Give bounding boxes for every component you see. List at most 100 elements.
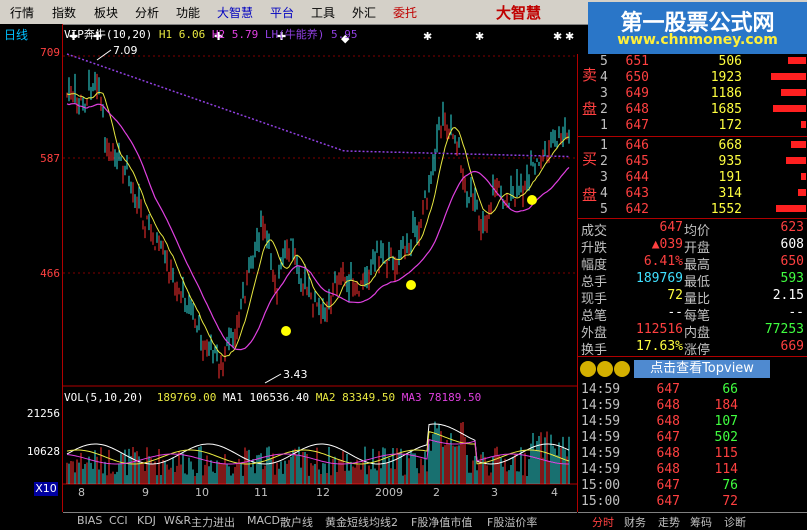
- price-axis-label: 709: [40, 46, 60, 59]
- price-axis-label: 587: [40, 152, 60, 165]
- order-volume: 668: [718, 138, 742, 153]
- menu-item-analysis[interactable]: 分析: [135, 4, 159, 21]
- kline-chart[interactable]: ✚ ✚ ✚ ✚ ◆ ✱ ✱ ✱ ✱ 7.09 3.43 8 9 10 11 12…: [63, 24, 577, 512]
- menu-item-forex[interactable]: 外汇: [352, 4, 376, 21]
- order-volume: 935: [718, 154, 742, 169]
- menu-item-index[interactable]: 指数: [52, 4, 76, 21]
- price-axis-label: 466: [40, 267, 60, 280]
- stat-value: 77253: [764, 322, 804, 337]
- stat-value: 6.41%: [643, 254, 683, 269]
- volume-legend-ma2: MA2 83349.50: [315, 391, 396, 404]
- tab-kdj[interactable]: KDJ: [137, 514, 156, 527]
- volume-axis-label: 21256: [26, 407, 60, 420]
- sell-order-row[interactable]: 4 650 1923: [578, 70, 807, 85]
- marker: ✱: [565, 30, 574, 43]
- brand-logo: 大智慧: [496, 4, 542, 22]
- tick-volume: 114: [714, 462, 738, 477]
- stat-value: 112516: [636, 322, 683, 337]
- tick-price: 647: [656, 382, 680, 397]
- trade-tick-row: 14:59 648 184: [578, 398, 807, 414]
- tab-cci[interactable]: CCI: [109, 514, 128, 527]
- buy-order-row[interactable]: 2 645 935: [578, 154, 807, 169]
- tick-price: 647: [656, 494, 680, 509]
- date-axis: 8 9 10 11 12 2009 2 3 4: [78, 486, 558, 499]
- watermark-url: www.chnmoney.com: [617, 32, 778, 48]
- topview-button[interactable]: 点击查看Topview: [634, 360, 770, 378]
- date-label: 10: [195, 486, 209, 499]
- tick-volume: 184: [714, 398, 738, 413]
- menu-item-quotes[interactable]: 行情: [10, 4, 34, 21]
- stat-row: 成交 647 均价 623: [578, 220, 807, 239]
- order-volume-bar: [786, 157, 806, 164]
- stat-value: --: [667, 305, 683, 320]
- order-volume: 191: [718, 170, 742, 185]
- period-label[interactable]: 日线: [4, 26, 28, 43]
- sell-order-row[interactable]: 1 647 172: [578, 118, 807, 133]
- menu-item-platform[interactable]: 平台: [270, 4, 294, 21]
- volume-legend-ma1: MA1 106536.40: [222, 391, 310, 404]
- order-price: 649: [625, 86, 649, 101]
- indicator-legend: VIP奔牛(10,20) H1 6.06 H2 5.79 LH(牛能养) 5.9…: [64, 26, 357, 42]
- dot-button[interactable]: [580, 361, 596, 377]
- buy-order-row[interactable]: 4 643 314: [578, 186, 807, 201]
- order-price: 651: [625, 54, 649, 69]
- watermark-banner: 第一股票公式网 www.chnmoney.com: [588, 2, 807, 54]
- menu-item-entrust[interactable]: 委托: [393, 4, 417, 21]
- order-price: 645: [625, 154, 649, 169]
- menu-item-dzh[interactable]: 大智慧: [217, 4, 253, 21]
- tab-bias[interactable]: BIAS: [77, 514, 102, 527]
- order-price: 650: [625, 70, 649, 85]
- stat-row: 换手 17.63% 涨停 669: [578, 339, 807, 358]
- right-tabs: 分时 财务 走势 筹码 诊断: [578, 512, 807, 529]
- tick-time: 14:59: [581, 382, 621, 397]
- sell-order-row[interactable]: 3 649 1186: [578, 86, 807, 101]
- date-label: 4: [551, 486, 558, 499]
- tab-macd[interactable]: MACD: [247, 514, 280, 527]
- menu-item-tools[interactable]: 工具: [311, 4, 335, 21]
- stat-value: 608: [780, 237, 804, 252]
- volume-bars: [66, 421, 570, 484]
- quote-panel: 卖 盘 买 盘 5 651 506 4 650 1923 3 649 1186 2 648 1685 1…: [577, 54, 807, 512]
- buy-order-row[interactable]: 1 646 668: [578, 138, 807, 153]
- order-price: 648: [625, 102, 649, 117]
- order-volume: 1552: [710, 202, 742, 217]
- signal-dot: [281, 326, 291, 336]
- volume-legend-name: VOL(5,10,20): [64, 391, 144, 404]
- stat-value: 623: [780, 220, 804, 235]
- order-volume: 506: [718, 54, 742, 69]
- sell-order-row[interactable]: 5 651 506: [578, 54, 807, 69]
- order-level: 3: [600, 86, 608, 101]
- dot-button[interactable]: [597, 361, 613, 377]
- signal-dot: [527, 195, 537, 205]
- stat-value: ▲039: [651, 237, 683, 252]
- order-level: 4: [600, 70, 608, 85]
- marker: ✱: [553, 30, 562, 43]
- tick-volume: 107: [714, 414, 738, 429]
- stat-value: 650: [780, 254, 804, 269]
- menu-item-sector[interactable]: 板块: [94, 4, 118, 21]
- dot-button[interactable]: [614, 361, 630, 377]
- sell-order-row[interactable]: 2 648 1685: [578, 102, 807, 117]
- tick-time: 14:59: [581, 430, 621, 445]
- order-price: 643: [625, 186, 649, 201]
- order-volume-bar: [801, 121, 806, 128]
- order-volume-bar: [771, 73, 806, 80]
- order-volume-bar: [776, 205, 806, 212]
- tick-time: 14:59: [581, 446, 621, 461]
- menu-item-functions[interactable]: 功能: [176, 4, 200, 21]
- buy-order-row[interactable]: 5 642 1552: [578, 202, 807, 217]
- date-label: 2: [433, 486, 440, 499]
- price-axis: 709 587 466 21256 10628: [0, 24, 63, 512]
- tick-time: 15:00: [581, 478, 621, 493]
- trade-tick-row: 15:00 647 72: [578, 494, 807, 510]
- low-annotation: 3.43: [283, 368, 308, 381]
- buy-order-row[interactable]: 3 644 191: [578, 170, 807, 185]
- stat-row: 外盘 112516 内盘 77253: [578, 322, 807, 341]
- tab-wr[interactable]: W&R: [164, 514, 191, 527]
- tick-volume: 66: [722, 382, 738, 397]
- volume-scale-button[interactable]: X10: [34, 482, 58, 496]
- tick-price: 648: [656, 398, 680, 413]
- order-volume: 314: [718, 186, 742, 201]
- tick-price: 647: [656, 478, 680, 493]
- tick-volume: 502: [714, 430, 738, 445]
